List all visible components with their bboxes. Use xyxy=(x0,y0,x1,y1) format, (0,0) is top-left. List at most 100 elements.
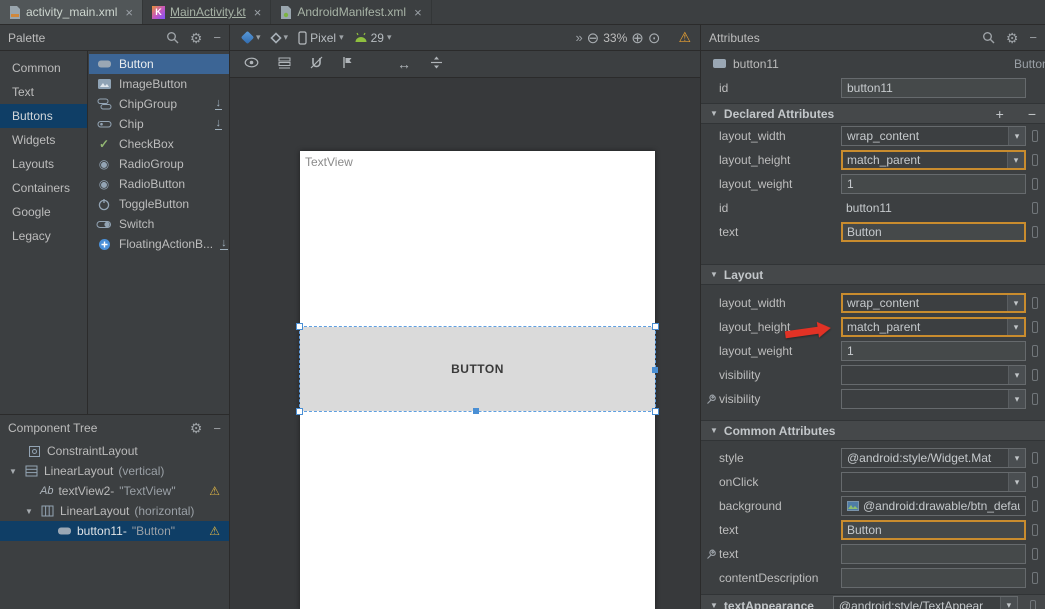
textappearance-dropdown[interactable]: @android:style/TextAppear▾ xyxy=(833,596,1018,609)
canvas-textview[interactable]: TextView xyxy=(305,155,353,169)
visibility-dropdown[interactable]: ▾ xyxy=(841,365,1026,385)
layers-icon[interactable] xyxy=(278,57,291,72)
chevron-down-icon[interactable]: ▾ xyxy=(1007,295,1024,311)
pick-resource-icon[interactable] xyxy=(1030,600,1036,609)
tree-expander-icon[interactable]: ▼ xyxy=(8,467,18,476)
section-textappearance[interactable]: ▼ textAppearance @android:style/TextAppe… xyxy=(701,594,1045,609)
category-widgets[interactable]: Widgets xyxy=(0,128,87,152)
pick-resource-icon[interactable] xyxy=(1032,393,1038,405)
tree-item-textview2[interactable]: Ab textView2- "TextView" ⚠ xyxy=(0,481,229,501)
device-canvas[interactable]: TextView BUTTON xyxy=(300,151,655,609)
id-input[interactable]: button11 xyxy=(841,78,1026,98)
device-selector[interactable]: Pixel ▾ xyxy=(295,31,347,45)
design-surface[interactable]: TextView BUTTON xyxy=(230,79,700,609)
search-icon[interactable] xyxy=(982,31,995,44)
search-icon[interactable] xyxy=(166,31,179,44)
guidelines-icon[interactable] xyxy=(342,56,353,72)
onclick-dropdown[interactable]: ▾ xyxy=(841,472,1026,492)
chevron-down-icon[interactable]: ▾ xyxy=(1008,473,1025,491)
palette-item-chipgroup[interactable]: ChipGroup ↓ xyxy=(89,94,229,114)
pick-resource-icon[interactable] xyxy=(1032,524,1038,536)
autoconnect-off-icon[interactable] xyxy=(310,56,323,72)
tab-androidmanifest-xml[interactable]: AndroidManifest.xml × xyxy=(271,0,431,24)
text-input[interactable]: Button xyxy=(841,222,1026,242)
pick-resource-icon[interactable] xyxy=(1032,452,1038,464)
category-text[interactable]: Text xyxy=(0,80,87,104)
gear-icon[interactable]: ⚙ xyxy=(190,421,203,435)
chevron-down-icon[interactable]: ▾ xyxy=(1007,152,1024,168)
pick-resource-icon[interactable] xyxy=(1032,297,1038,309)
add-attribute-icon[interactable]: + xyxy=(996,107,1004,121)
toolbar-overflow-icon[interactable]: » xyxy=(575,30,582,45)
zoom-out-icon[interactable]: ⊖ xyxy=(587,29,600,47)
pick-resource-icon[interactable] xyxy=(1032,321,1038,333)
section-declared-attributes[interactable]: ▼ Declared Attributes + − xyxy=(701,103,1045,124)
chevron-down-icon[interactable]: ▾ xyxy=(1008,449,1025,467)
palette-item-radiobutton[interactable]: ◉ RadioButton xyxy=(89,174,229,194)
tools-visibility-dropdown[interactable]: ▾ xyxy=(841,389,1026,409)
blueprint-selector[interactable]: ▾ xyxy=(268,32,292,43)
palette-item-togglebutton[interactable]: ToggleButton xyxy=(89,194,229,214)
category-legacy[interactable]: Legacy xyxy=(0,224,87,248)
chevron-down-icon[interactable]: ▾ xyxy=(1008,366,1025,384)
category-layouts[interactable]: Layouts xyxy=(0,152,87,176)
section-common-attributes[interactable]: ▼ Common Attributes xyxy=(701,420,1045,441)
pick-resource-icon[interactable] xyxy=(1032,548,1038,560)
pick-resource-icon[interactable] xyxy=(1032,202,1038,214)
pick-resource-icon[interactable] xyxy=(1032,154,1038,166)
category-buttons[interactable]: Buttons xyxy=(0,104,87,128)
chevron-down-icon[interactable]: ▾ xyxy=(1000,597,1017,609)
chevron-down-icon[interactable]: ▾ xyxy=(1007,319,1024,335)
text-input[interactable]: Button xyxy=(841,520,1026,540)
palette-item-radiogroup[interactable]: ◉ RadioGroup xyxy=(89,154,229,174)
palette-item-chip[interactable]: Chip ↓ xyxy=(89,114,229,134)
zoom-to-fit-icon[interactable]: ⊙ xyxy=(648,29,661,47)
gear-icon[interactable]: ⚙ xyxy=(1006,31,1019,45)
warning-icon[interactable]: ⚠ xyxy=(209,524,220,538)
layout-height-dropdown[interactable]: match_parent▾ xyxy=(841,150,1026,170)
pick-resource-icon[interactable] xyxy=(1032,345,1038,357)
tab-mainactivity-kt[interactable]: K MainActivity.kt × xyxy=(143,0,271,24)
design-surface-selector[interactable]: ▾ xyxy=(239,32,264,43)
layout-weight-input[interactable]: 1 xyxy=(841,174,1026,194)
layout-height-dropdown[interactable]: match_parent▾ xyxy=(841,317,1026,337)
tree-expander-icon[interactable]: ▼ xyxy=(24,507,34,516)
zoom-in-icon[interactable]: ⊕ xyxy=(631,29,644,47)
expand-horizontal-icon[interactable]: ↔ xyxy=(397,56,411,72)
gear-icon[interactable]: ⚙ xyxy=(190,31,203,45)
api-level-selector[interactable]: 29 ▾ xyxy=(351,31,395,45)
remove-attribute-icon[interactable]: − xyxy=(1028,107,1036,121)
minimize-icon[interactable]: − xyxy=(213,422,221,435)
tree-item-button11[interactable]: button11- "Button" ⚠ xyxy=(0,521,229,541)
tree-item-constraintlayout[interactable]: ConstraintLayout xyxy=(0,441,229,461)
minimize-icon[interactable]: − xyxy=(213,31,221,44)
pick-resource-icon[interactable] xyxy=(1032,226,1038,238)
palette-item-checkbox[interactable]: ✓ CheckBox xyxy=(89,134,229,154)
category-containers[interactable]: Containers xyxy=(0,176,87,200)
canvas-button[interactable]: BUTTON xyxy=(300,327,655,411)
warning-icon[interactable]: ⚠ xyxy=(678,29,691,46)
palette-item-imagebutton[interactable]: ImageButton xyxy=(89,74,229,94)
style-dropdown[interactable]: @android:style/Widget.Mat▾ xyxy=(841,448,1026,468)
category-common[interactable]: Common xyxy=(0,56,87,80)
layout-weight-input[interactable]: 1 xyxy=(841,341,1026,361)
id-value[interactable]: button11 xyxy=(841,198,1026,218)
layout-width-dropdown[interactable]: wrap_content▾ xyxy=(841,293,1026,313)
palette-item-floatingactionbutton[interactable]: FloatingActionB... ↓ xyxy=(89,234,229,254)
pick-resource-icon[interactable] xyxy=(1032,130,1038,142)
view-options-icon[interactable] xyxy=(244,57,259,71)
category-google[interactable]: Google xyxy=(0,200,87,224)
palette-item-switch[interactable]: Switch xyxy=(89,214,229,234)
tools-text-input[interactable] xyxy=(841,544,1026,564)
contentdescription-input[interactable] xyxy=(841,568,1026,588)
pick-resource-icon[interactable] xyxy=(1032,476,1038,488)
pick-resource-icon[interactable] xyxy=(1032,178,1038,190)
close-icon[interactable]: × xyxy=(414,6,422,19)
chevron-down-icon[interactable]: ▾ xyxy=(1008,127,1025,145)
pick-resource-icon[interactable] xyxy=(1032,572,1038,584)
distribute-vertical-icon[interactable] xyxy=(430,56,443,72)
tree-item-linearlayout-vertical[interactable]: ▼ LinearLayout (vertical) xyxy=(0,461,229,481)
minimize-icon[interactable]: − xyxy=(1029,31,1037,44)
background-input[interactable]: @android:drawable/btn_defau xyxy=(841,496,1026,516)
chevron-down-icon[interactable]: ▾ xyxy=(1008,390,1025,408)
